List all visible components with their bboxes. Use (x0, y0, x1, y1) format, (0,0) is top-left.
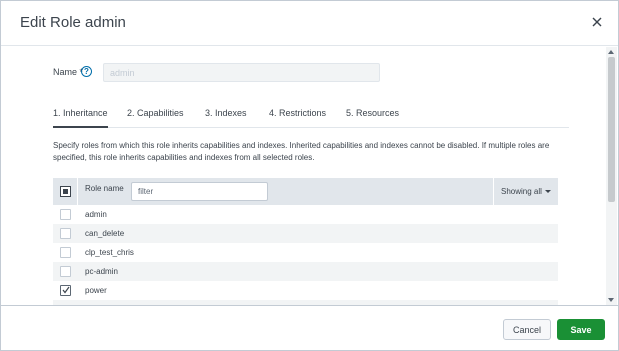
scroll-down-arrow-icon[interactable] (608, 298, 614, 302)
modal-body: Name * ? 1. Inheritance 2. Capabilities … (1, 47, 606, 305)
table-row[interactable]: pc-admin (53, 262, 558, 281)
scroll-up-arrow-icon[interactable] (608, 50, 614, 54)
select-all-checkbox[interactable] (60, 186, 71, 197)
partial-select-indicator (63, 189, 68, 194)
row-checkbox[interactable] (60, 209, 71, 220)
edit-role-modal: Edit Role admin Name * ? 1. Inheritance … (0, 0, 619, 351)
tab-restrictions[interactable]: 4. Restrictions (269, 108, 326, 118)
vertical-scrollbar[interactable] (606, 47, 617, 305)
showing-all-label: Showing all (501, 187, 542, 196)
table-header: Role name Showing all (53, 178, 558, 205)
filter-input[interactable] (131, 182, 268, 201)
role-name: can_delete (85, 229, 125, 238)
role-name-column-header[interactable]: Role name (85, 184, 124, 193)
cancel-button[interactable]: Cancel (503, 319, 551, 340)
row-checkbox[interactable] (60, 266, 71, 277)
row-checkbox[interactable] (60, 247, 71, 258)
question-circle-icon[interactable]: ? (81, 66, 92, 77)
showing-all-dropdown[interactable]: Showing all (501, 187, 551, 196)
checkmark-icon (62, 286, 70, 294)
caret-down-icon (544, 190, 551, 193)
tab-capabilities[interactable]: 2. Capabilities (127, 108, 184, 118)
column-divider (77, 178, 78, 205)
role-name: admin (85, 210, 107, 219)
inheritance-description: Specify roles from which this role inher… (53, 141, 550, 162)
table-row[interactable]: clp_test_chris (53, 243, 558, 262)
modal-title: Edit Role admin (20, 14, 126, 31)
tab-inheritance[interactable]: 1. Inheritance (53, 108, 108, 128)
modal-header: Edit Role admin (1, 1, 618, 46)
tab-indexes[interactable]: 3. Indexes (205, 108, 247, 118)
row-checkbox-checked[interactable] (60, 285, 71, 296)
modal-footer: Cancel Save (1, 305, 618, 350)
table-row[interactable]: power (53, 281, 558, 300)
scrollbar-thumb[interactable] (608, 57, 615, 202)
name-input (103, 63, 380, 82)
table-row[interactable]: admin (53, 205, 558, 224)
row-checkbox[interactable] (60, 228, 71, 239)
column-divider (493, 178, 494, 205)
name-label: Name * (53, 67, 84, 77)
save-button[interactable]: Save (557, 319, 605, 340)
role-name: pc-admin (85, 267, 118, 276)
role-name: power (85, 286, 107, 295)
table-row[interactable]: can_delete (53, 224, 558, 243)
close-icon[interactable] (590, 15, 604, 29)
tab-resources[interactable]: 5. Resources (346, 108, 399, 118)
tab-bar: 1. Inheritance 2. Capabilities 3. Indexe… (53, 102, 569, 128)
role-name: clp_test_chris (85, 248, 134, 257)
